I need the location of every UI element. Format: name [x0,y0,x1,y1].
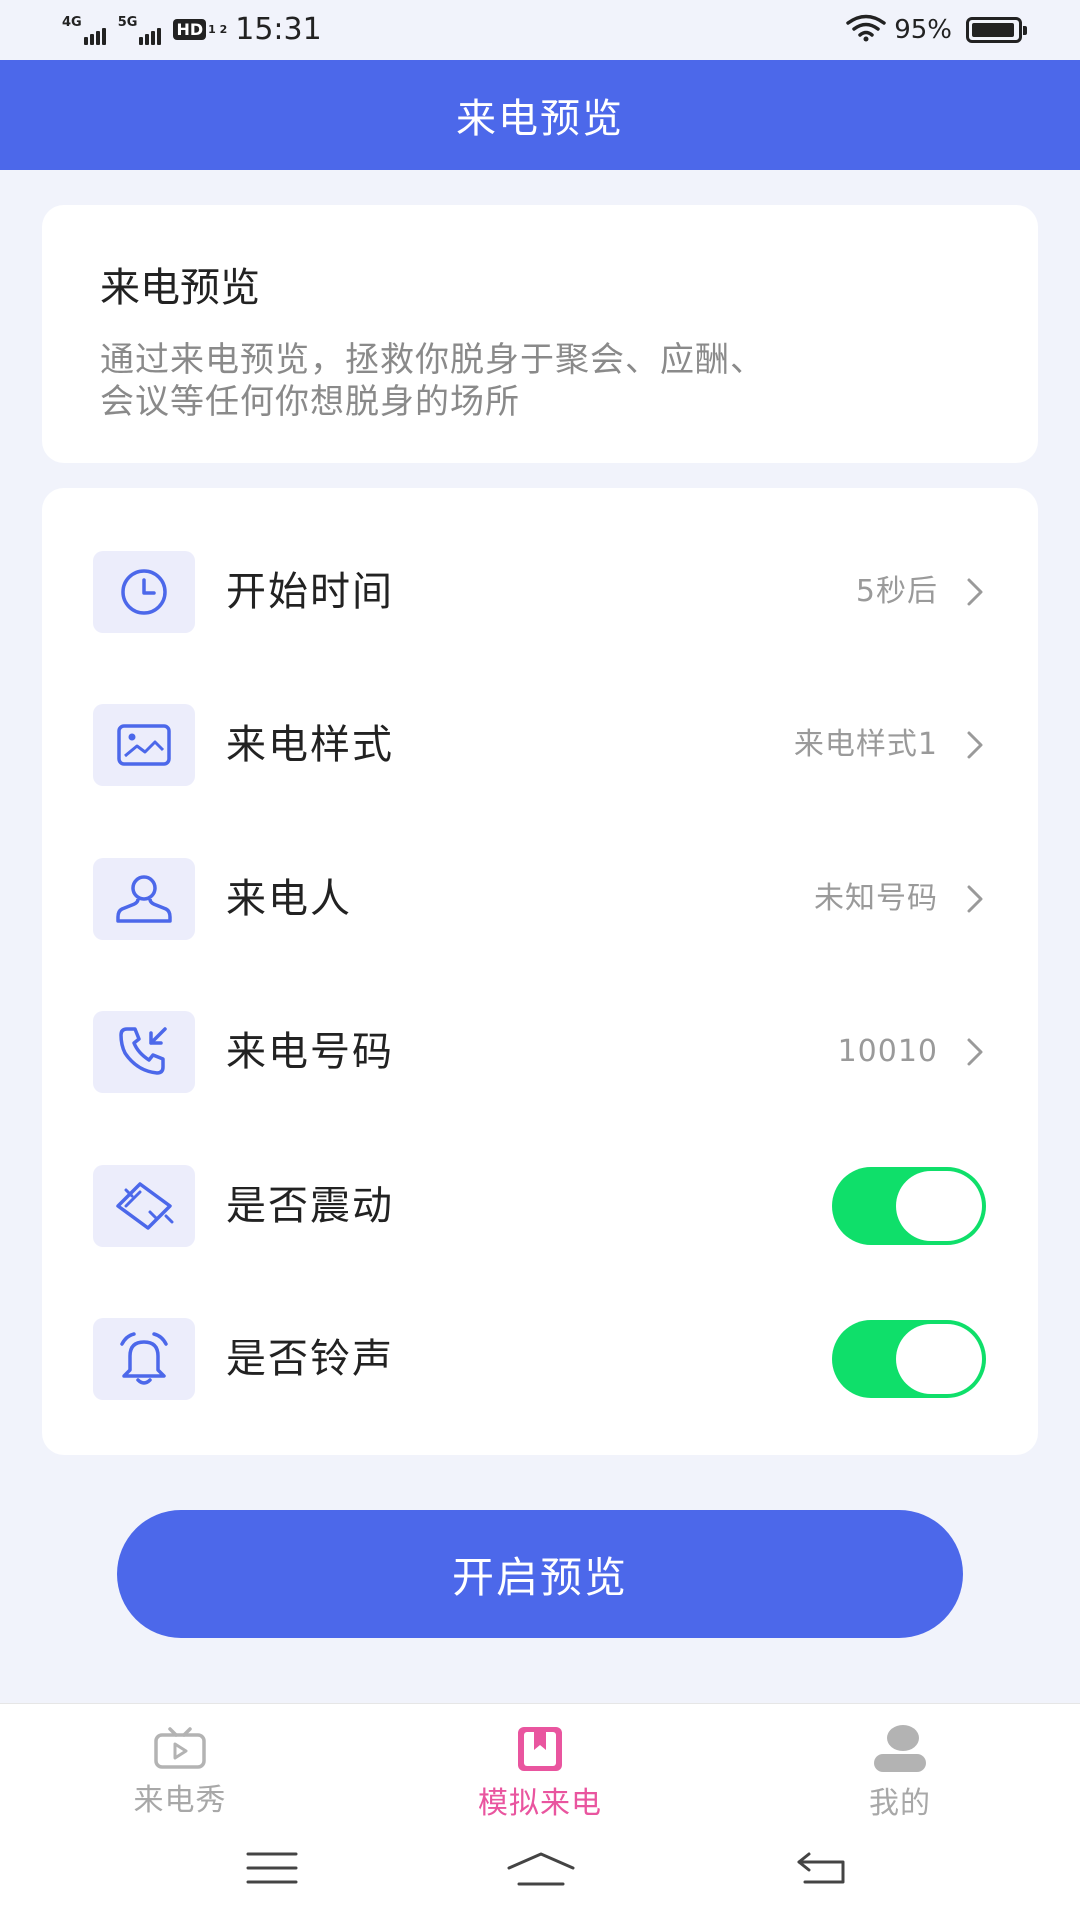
vibrate-toggle[interactable] [832,1167,986,1245]
page-title: 来电预览 [456,96,624,142]
app-header: 来电预览 [0,60,1080,170]
image-icon [93,704,195,786]
setting-row-call-style[interactable]: 来电样式 来电样式1 [42,704,1038,786]
settings-card: 开始时间 5秒后 来电样式 来电样式1 来电人 未知号码 来电号码 10010 … [42,488,1038,1455]
status-time: 15:31 [235,12,322,47]
chevron-right-icon [960,577,990,607]
wifi-icon [846,14,886,46]
person-icon [93,858,195,940]
chevron-right-icon [960,884,990,914]
tv-play-icon [152,1724,208,1771]
tab-label: 来电秀 [133,1783,227,1818]
intro-title: 来电预览 [100,265,260,311]
setting-value: 10010 [837,1034,938,1069]
setting-label: 来电样式 [226,722,394,768]
setting-value: 5秒后 [855,574,938,609]
status-left: 4G 5G HD 1 2 15:31 [62,12,322,47]
intro-description: 通过来电预览，拯救你脱身于聚会、应酬、 会议等任何你想脱身的场所 [100,339,980,423]
network-type-label: 5G [117,14,138,30]
clock-icon [93,551,195,633]
setting-row-phone-number[interactable]: 来电号码 10010 [42,1011,1038,1093]
setting-row-caller[interactable]: 来电人 未知号码 [42,858,1038,940]
chevron-right-icon [960,1037,990,1067]
setting-row-start-time[interactable]: 开始时间 5秒后 [42,551,1038,633]
vibrate-icon [93,1165,195,1247]
setting-label: 是否震动 [226,1183,394,1229]
intro-card: 来电预览 通过来电预览，拯救你脱身于聚会、应酬、 会议等任何你想脱身的场所 [42,205,1038,463]
bookmark-book-icon [515,1724,565,1774]
tab-simulate-call[interactable]: 模拟来电 [420,1704,660,1821]
status-right: 95% [846,14,1027,46]
profile-icon [871,1724,929,1774]
signal-4g-icon: 4G [62,15,108,45]
tab-mine[interactable]: 我的 [780,1704,1020,1821]
intro-description-line: 通过来电预览，拯救你脱身于聚会、应酬、 [100,340,765,380]
setting-label: 是否铃声 [226,1336,394,1382]
tab-label: 我的 [869,1786,931,1821]
system-nav-bar [0,1818,1080,1920]
ringtone-toggle[interactable] [832,1320,986,1398]
menu-icon[interactable] [242,1846,302,1890]
chevron-right-icon [960,730,990,760]
setting-label: 来电号码 [226,1029,394,1075]
battery-icon [966,17,1027,43]
toggle-knob [896,1171,982,1241]
network-type-label: 4G [62,14,82,30]
incoming-call-icon [93,1011,195,1093]
hd-sub-label: 1 2 [208,23,228,36]
setting-row-ringtone: 是否铃声 [42,1318,1038,1400]
bell-icon [93,1318,195,1400]
setting-label: 来电人 [226,876,352,922]
start-preview-button[interactable]: 开启预览 [117,1510,963,1638]
intro-description-line: 会议等任何你想脱身的场所 [100,382,520,422]
hd-icon: HD [173,19,207,40]
setting-value: 未知号码 [814,881,938,916]
tab-call-show[interactable]: 来电秀 [60,1704,300,1819]
setting-label: 开始时间 [226,569,394,615]
setting-row-vibrate: 是否震动 [42,1165,1038,1247]
battery-percent: 95% [894,15,952,45]
toggle-knob [896,1324,982,1394]
tab-label: 模拟来电 [478,1786,602,1821]
setting-value: 来电样式1 [793,727,938,762]
screen: 4G 5G HD 1 2 15:31 95% 来电预览 来电预览 通过来电预览，… [0,0,1080,1920]
status-bar: 4G 5G HD 1 2 15:31 95% [0,0,1080,60]
bottom-nav: 来电秀 模拟来电 我的 [0,1703,1080,1821]
signal-5g-icon: 5G [118,15,164,45]
back-icon[interactable] [795,1846,849,1890]
battery-level-fill [972,23,1014,37]
home-icon[interactable] [505,1846,577,1890]
